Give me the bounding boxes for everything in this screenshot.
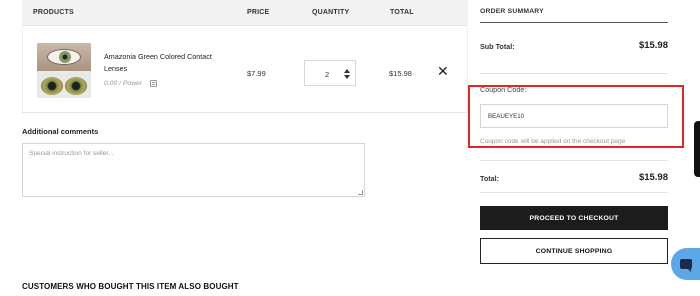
cart-table-header: PRODUCTS PRICE QUANTITY TOTAL: [22, 0, 468, 26]
product-variant: 0.00 / Power: [104, 80, 143, 87]
close-icon[interactable]: ✕: [437, 64, 449, 78]
comments-label: Additional comments: [22, 127, 99, 136]
recommendations-heading: CUSTOMERS WHO BOUGHT THIS ITEM ALSO BOUG…: [22, 282, 239, 291]
quantity-up-icon[interactable]: [344, 69, 350, 73]
divider: [480, 22, 668, 23]
unit-price: $7.99: [247, 69, 266, 78]
chat-icon: [680, 259, 692, 272]
comments-placeholder: Special instruction for seller...: [29, 150, 114, 157]
total-value: $15.98: [638, 172, 668, 183]
quantity-stepper-icon[interactable]: [343, 69, 351, 79]
header-price: PRICE: [247, 9, 270, 16]
coupon-label: Coupon Code:: [480, 85, 527, 94]
edit-note-icon[interactable]: [150, 80, 157, 87]
coupon-note: Coupon code will be applied on the check…: [480, 138, 626, 145]
quantity-down-icon[interactable]: [344, 75, 350, 79]
subtotal-label: Sub Total:: [480, 42, 515, 51]
subtotal-value: $15.98: [638, 40, 668, 51]
divider: [480, 160, 668, 161]
coupon-code-value[interactable]: BEAUEYE10: [488, 113, 524, 120]
chat-button[interactable]: [671, 248, 700, 280]
coupon-code-input[interactable]: BEAUEYE10: [480, 104, 668, 128]
order-summary: ORDER SUMMARY Sub Total: $15.98 Coupon C…: [468, 0, 684, 296]
quantity-input[interactable]: 2: [304, 60, 356, 86]
side-tab[interactable]: [694, 121, 700, 177]
divider: [480, 192, 668, 193]
total-label: Total:: [480, 174, 500, 183]
quantity-value[interactable]: 2: [325, 70, 329, 79]
header-total: TOTAL: [390, 9, 414, 16]
cart-item-row: Amazonia Green Colored Contact Lenses 0.…: [22, 27, 468, 113]
header-products: PRODUCTS: [33, 9, 74, 16]
summary-title: ORDER SUMMARY: [480, 8, 544, 15]
product-name-link[interactable]: Amazonia Green Colored Contact Lenses: [104, 51, 214, 75]
resize-grip-icon[interactable]: [358, 190, 363, 195]
header-quantity: QUANTITY: [312, 9, 350, 16]
continue-shopping-button[interactable]: CONTINUE SHOPPING: [480, 238, 668, 264]
divider: [480, 73, 668, 74]
product-thumbnail[interactable]: [37, 43, 91, 98]
line-total: $15.98: [389, 69, 412, 78]
proceed-to-checkout-button[interactable]: PROCEED TO CHECKOUT: [480, 206, 668, 230]
